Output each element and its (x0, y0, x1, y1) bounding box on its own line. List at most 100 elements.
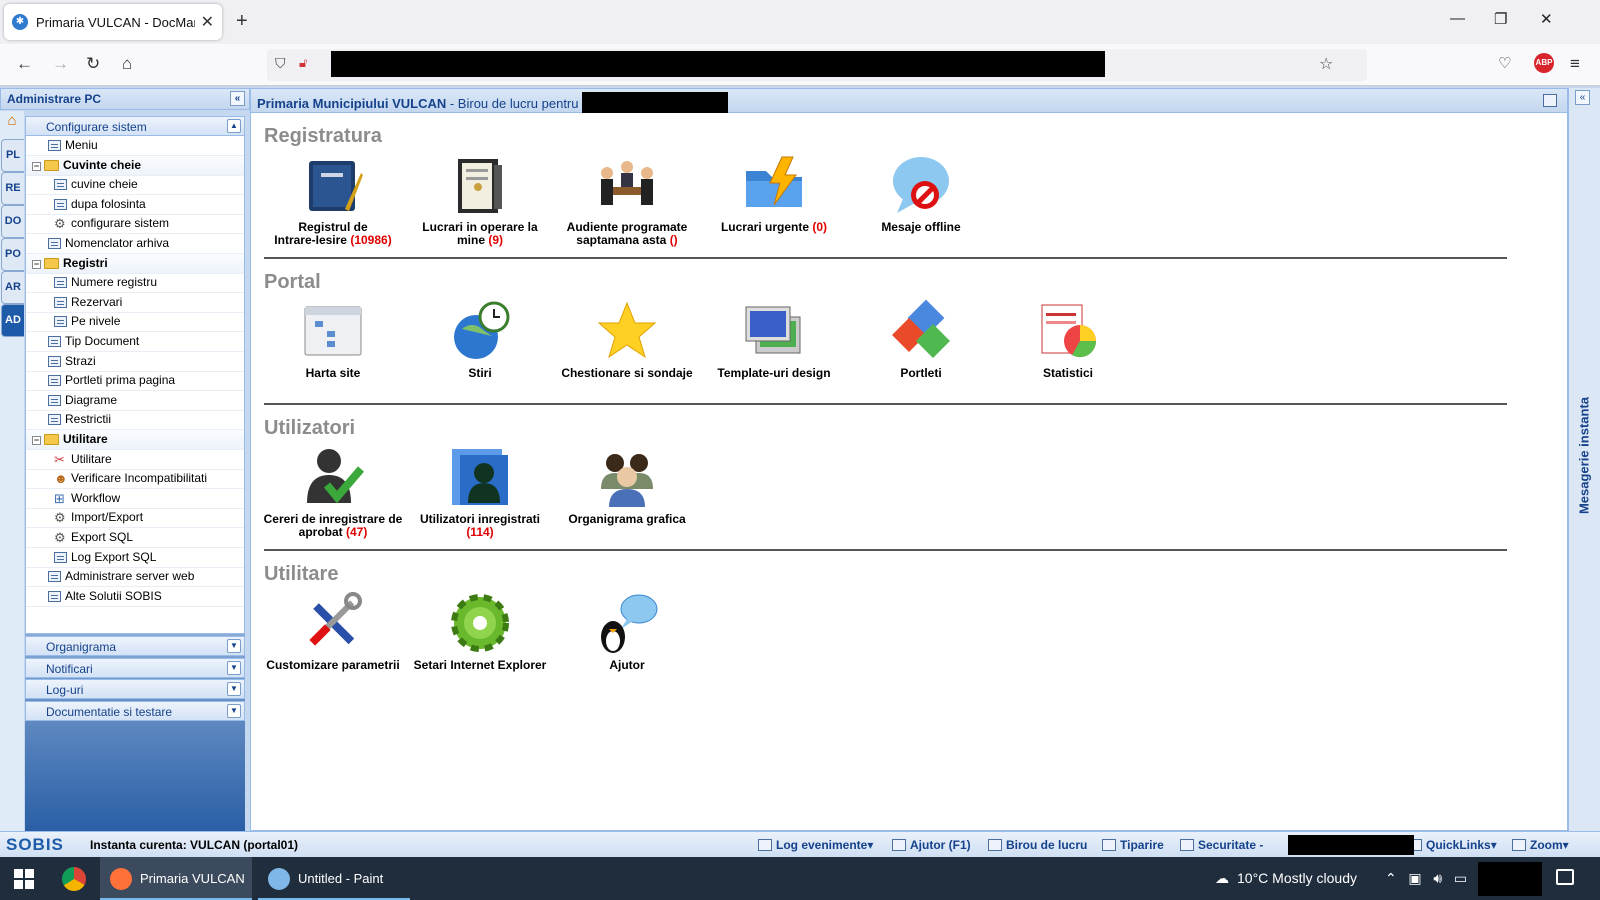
tree-group[interactable]: − Utilitare (26, 430, 244, 450)
tree-item[interactable]: Nomenclator arhiva (26, 234, 244, 254)
tile-registered-users[interactable]: Utilizatori inregistrati (114) (405, 445, 555, 539)
system-tray[interactable]: ⌃ ▣ 🔊︎ ▭ (1385, 857, 1467, 900)
tile-offline-message[interactable]: Mesaje offline (846, 153, 996, 234)
tree-item[interactable]: Strazi (26, 352, 244, 372)
chevron-up-icon[interactable]: ▲ (227, 119, 241, 133)
tree-item[interactable]: Log Export SQL (26, 548, 244, 568)
tree-item[interactable]: cuvine cheie (26, 175, 244, 196)
notification-center-icon[interactable] (1556, 869, 1574, 885)
home-tab-icon[interactable]: ⌂ (2, 112, 22, 132)
accordion-organigrama[interactable]: Organigrama ▼ (25, 636, 245, 656)
network-icon[interactable]: ▭ (1454, 870, 1467, 886)
tree-item[interactable]: ⚙ Export SQL (26, 528, 244, 548)
im-collapse-icon[interactable]: « (1575, 90, 1590, 105)
vtab-re[interactable]: RE (1, 172, 24, 205)
chrome-icon[interactable] (62, 867, 86, 891)
tile-urgent-folder[interactable]: Lucrari urgente (0) (699, 153, 849, 234)
menu-icon[interactable]: ≡ (1570, 54, 1580, 74)
tree-item[interactable]: dupa folosinta (26, 195, 244, 215)
camera-icon[interactable]: ▣ (1408, 870, 1421, 886)
tree-item[interactable]: Rezervari (26, 293, 244, 313)
status-birou-de-lucru[interactable]: Birou de lucru (988, 838, 1087, 852)
pocket-icon[interactable]: ♡ (1498, 54, 1511, 72)
tile-binder[interactable]: Lucrari in operare la mine (9) (405, 153, 555, 247)
tile-statistics[interactable]: Statistici (993, 299, 1143, 380)
tile-org-chart[interactable]: Organigrama grafica (552, 445, 702, 526)
shield-icon[interactable]: ⛉ (275, 55, 286, 72)
window-minimize-button[interactable]: — (1450, 10, 1465, 27)
tile-template[interactable]: Template-uri design (699, 299, 849, 380)
chevron-down-icon[interactable]: ▼ (227, 660, 241, 675)
tree-item[interactable]: Tip Document (26, 332, 244, 352)
bookmark-star-icon[interactable]: ☆ (1319, 54, 1333, 74)
tree-item[interactable]: ⚙ Import/Export (26, 508, 244, 529)
accordion-log-uri[interactable]: Log-uri ▼ (25, 679, 245, 700)
tree-item[interactable]: Meniu (26, 136, 244, 156)
window-maximize-button[interactable]: ❐ (1494, 10, 1507, 28)
tree-item[interactable]: Numere registru (26, 273, 244, 294)
reload-icon[interactable]: ↻ (86, 54, 100, 74)
tree-item[interactable]: Diagrame (26, 391, 244, 411)
collapse-minus-icon[interactable]: − (32, 259, 41, 269)
municipality-name: Primaria Municipiului VULCAN (257, 96, 447, 111)
chevron-down-icon[interactable]: ▼ (227, 639, 241, 653)
tree-item[interactable]: Portleti prima pagina (26, 371, 244, 392)
tile-tools[interactable]: Customizare parametrii (258, 591, 408, 672)
im-panel-label[interactable]: Mesagerie instanta (1577, 391, 1592, 521)
status-quicklinks[interactable]: QuickLinks▾ (1408, 838, 1497, 852)
tile-portlets[interactable]: Portleti (846, 299, 996, 380)
tab-close-icon[interactable]: ✕ (201, 12, 214, 32)
collapse-minus-icon[interactable]: − (32, 436, 41, 445)
accordion-documentatie-si-testare[interactable]: Documentatie si testare ▼ (25, 701, 245, 722)
tree-item[interactable]: Restrictii (26, 410, 244, 431)
collapse-minus-icon[interactable]: − (32, 161, 41, 171)
tile-user-approve[interactable]: Cereri de inregistrare de aprobat (47) (258, 445, 408, 539)
tree-group[interactable]: − Registri (26, 253, 244, 274)
status-securitate[interactable]: Securitate - (1180, 838, 1263, 852)
new-tab-button[interactable]: + (236, 10, 248, 33)
accordion-notificari[interactable]: Notificari ▼ (25, 657, 245, 678)
taskbar-app[interactable]: Primaria VULCAN -... (100, 857, 252, 900)
vtab-ad[interactable]: AD (1, 304, 24, 337)
sidebar-collapse-icon[interactable]: « (230, 91, 245, 106)
tree-item[interactable]: ⚙ configurare sistem (26, 214, 244, 235)
tray-chevron-icon[interactable]: ⌃ (1385, 870, 1397, 886)
tree-item[interactable]: ✂ Utilitare (26, 450, 244, 470)
tree-item[interactable]: Alte Solutii SOBIS (26, 587, 244, 607)
chevron-down-icon[interactable]: ▼ (227, 704, 241, 719)
tile-globe-clock[interactable]: Stiri (405, 299, 555, 380)
tile-ledger[interactable]: Registrul de Intrare-Iesire (10986) (258, 153, 408, 247)
back-arrow-icon[interactable]: ← (16, 54, 33, 74)
tree-item[interactable]: Pe nivele (26, 312, 244, 333)
window-close-button[interactable]: ✕ (1540, 10, 1553, 28)
weather-widget[interactable]: ☁ 10°C Mostly cloudy (1215, 857, 1357, 900)
tile-star[interactable]: Chestionare si sondaje (552, 299, 702, 380)
adblock-icon[interactable]: ABP (1534, 53, 1554, 73)
insecure-lock-icon[interactable]: 🔓︎ (299, 55, 307, 71)
status-zoom[interactable]: Zoom▾ (1512, 838, 1569, 852)
tile-settings-gear[interactable]: Setari Internet Explorer (405, 591, 555, 672)
vtab-pl[interactable]: PL (1, 139, 24, 172)
accordion-configurare-sistem[interactable]: Configurare sistem ▲ (25, 116, 245, 136)
tile-meeting[interactable]: Audiente programate saptamana asta () (552, 153, 702, 247)
tile-sitemap[interactable]: Harta site (258, 299, 408, 380)
vtab-do[interactable]: DO (1, 205, 24, 238)
forward-arrow-icon[interactable]: → (52, 54, 69, 74)
tile-help-penguin[interactable]: Ajutor (552, 591, 702, 672)
volume-icon[interactable]: 🔊︎ (1433, 870, 1442, 886)
tree-item[interactable]: ☻ Verificare Incompatibilitati (26, 469, 244, 490)
status-log-evenimente[interactable]: Log evenimente▾ (758, 838, 873, 852)
taskbar-app[interactable]: Untitled - Paint (258, 857, 410, 900)
vtab-po[interactable]: PO (1, 238, 24, 271)
panel-list-icon[interactable] (1543, 94, 1557, 107)
status-ajutor-f[interactable]: Ajutor (F1) (892, 838, 971, 852)
status-tiparire[interactable]: Tiparire (1102, 838, 1164, 852)
chevron-down-icon[interactable]: ▼ (227, 682, 241, 697)
tree-item[interactable]: Administrare server web (26, 567, 244, 588)
tree-group[interactable]: − Cuvinte cheie (26, 155, 244, 176)
windows-start-icon[interactable] (14, 869, 34, 889)
vtab-ar[interactable]: AR (1, 271, 24, 304)
browser-tab[interactable]: ✱ Primaria VULCAN - DocManage ✕ (4, 4, 222, 40)
tree-item[interactable]: ⊞ Workflow (26, 489, 244, 509)
home-icon[interactable]: ⌂ (122, 54, 132, 74)
